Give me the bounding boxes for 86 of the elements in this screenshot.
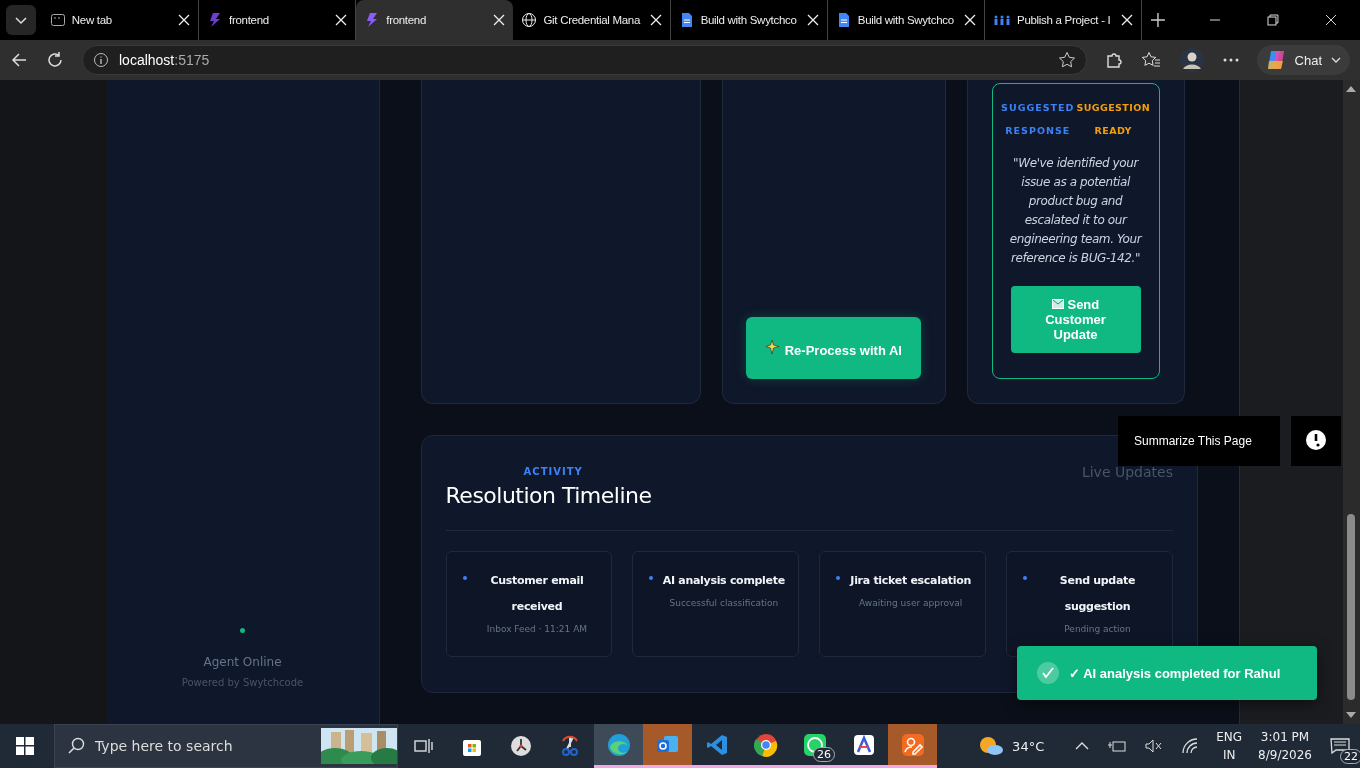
notification-count: 26 xyxy=(813,747,835,762)
close-icon[interactable] xyxy=(1121,14,1134,26)
tab-title: New tab xyxy=(71,14,113,26)
chevron-up-icon[interactable] xyxy=(1075,741,1090,751)
taskbar-search-field[interactable]: Type here to search xyxy=(54,724,398,768)
sparkle-icon xyxy=(765,338,782,355)
favorites-icon[interactable] xyxy=(1140,51,1161,69)
status-dot xyxy=(240,628,245,633)
battery-icon[interactable] xyxy=(1107,739,1128,753)
wifi-icon[interactable] xyxy=(1181,738,1200,754)
taskbar-app-button[interactable]: 26 xyxy=(790,724,839,768)
new-tab-icon[interactable] xyxy=(1150,12,1167,28)
bullet-icon xyxy=(649,576,654,580)
search-icon xyxy=(67,737,85,755)
envelope-icon xyxy=(1051,299,1064,309)
suggestion-label: SUGGESTED xyxy=(1001,102,1075,113)
suggested-reply-text: "We've identified your issue as a potential product bug and escalated it to our engineering team. Your reference is BUG-142." xyxy=(1008,155,1144,267)
chat-button[interactable]: Chat xyxy=(1256,45,1350,75)
close-icon[interactable] xyxy=(964,14,977,26)
assistant-button[interactable] xyxy=(1291,416,1341,466)
notifications-button[interactable]: 22 xyxy=(1320,724,1360,768)
summarize-tooltip[interactable]: Summarize This Page xyxy=(1118,416,1280,466)
suggestion-label: READY xyxy=(1094,125,1132,136)
powered-by-text: Powered by Swytchcode xyxy=(181,677,304,688)
close-icon[interactable] xyxy=(1325,14,1337,26)
event-detail: Pending action xyxy=(1064,624,1131,634)
close-icon[interactable] xyxy=(178,14,191,26)
muted-speaker-icon[interactable] xyxy=(1145,739,1164,753)
tab-title: Publish a Project - I xyxy=(1017,14,1112,26)
task-view-icon xyxy=(412,737,433,755)
more-icon[interactable] xyxy=(1222,58,1239,62)
tab-title: frontend xyxy=(386,14,428,26)
close-icon[interactable] xyxy=(493,14,506,26)
globe-icon xyxy=(521,12,538,28)
event-title: Customer email received xyxy=(489,573,585,615)
close-icon[interactable] xyxy=(806,14,819,26)
address-field[interactable]: localhost:5175 xyxy=(82,45,1087,75)
event-detail: Inbox Feed · 11:21 AM xyxy=(486,624,588,634)
event-title: Send update suggestion xyxy=(1058,573,1137,615)
close-icon[interactable] xyxy=(335,14,348,26)
avatar-icon[interactable] xyxy=(1178,47,1205,73)
scroll-down-icon[interactable] xyxy=(1346,712,1357,718)
scroll-up-icon[interactable] xyxy=(1346,86,1357,92)
window-icon xyxy=(49,12,66,28)
tab-menu-button[interactable] xyxy=(6,5,36,35)
code-editor-icon xyxy=(705,733,728,756)
event-detail: Awaiting user approval xyxy=(859,598,963,608)
windows-start-icon[interactable] xyxy=(16,737,34,755)
pen-app-icon xyxy=(900,732,925,757)
tab-title: Build with Swytchco xyxy=(857,14,955,26)
weather-icon[interactable] xyxy=(978,735,1005,757)
section-label: ACTIVITY xyxy=(523,466,583,477)
bullet-icon xyxy=(836,576,841,580)
toast-message: ✓ AI analysis completed for Rahul xyxy=(1069,665,1281,681)
notification-count: 22 xyxy=(1340,749,1360,764)
info-icon xyxy=(93,52,109,68)
event-detail: Successful classification xyxy=(669,598,779,608)
bullet-icon xyxy=(462,576,467,580)
tab-title: Build with Swytchco xyxy=(700,14,798,26)
check-circle-icon xyxy=(1037,662,1059,684)
bullet-icon xyxy=(1023,576,1028,580)
event-title: Jira ticket escalation xyxy=(850,573,971,589)
event-title: AI analysis complete xyxy=(662,573,785,589)
tab-title: Git Credential Mana xyxy=(543,14,642,26)
scroll-thumb[interactable] xyxy=(1347,514,1356,700)
live-updates-label: Live Updates xyxy=(1081,464,1173,480)
back-icon[interactable] xyxy=(10,51,28,69)
puzzle-icon[interactable] xyxy=(1104,51,1123,69)
clock[interactable]: 3:01 PM 8/9/2026 xyxy=(1258,728,1312,764)
triangle-app-icon xyxy=(852,733,875,756)
tab-title: frontend xyxy=(229,14,270,26)
reload-icon[interactable] xyxy=(46,51,64,69)
browser-tab[interactable]: frontend xyxy=(356,0,514,40)
star-icon[interactable] xyxy=(1057,51,1076,69)
section-title: Resolution Timeline xyxy=(445,483,652,508)
chrome-icon xyxy=(753,732,778,757)
weather-temperature[interactable]: 34°C xyxy=(1012,738,1045,754)
suggestion-label: SUGGESTION xyxy=(1076,102,1150,113)
restore-icon[interactable] xyxy=(1267,14,1280,26)
agent-status: Agent Online xyxy=(203,655,282,669)
close-icon[interactable] xyxy=(649,14,662,26)
suggestion-label: RESPONSE xyxy=(1005,125,1071,136)
message-icon xyxy=(1330,738,1350,754)
language-indicator[interactable]: ENG IN xyxy=(1216,728,1243,764)
browser-icon xyxy=(606,732,631,757)
clock-icon xyxy=(509,735,532,757)
